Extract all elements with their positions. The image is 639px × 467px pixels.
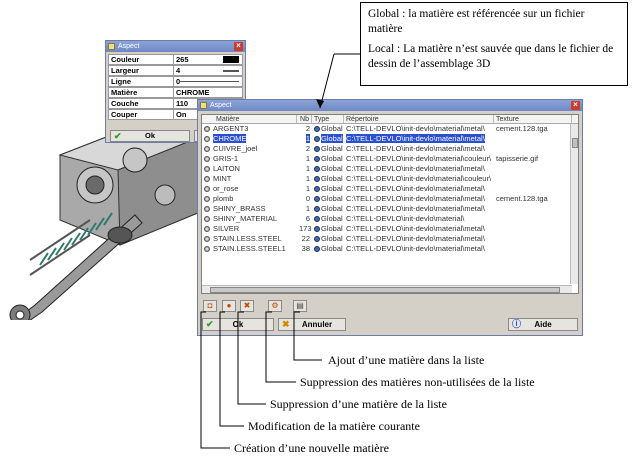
annotation-suppression-non-utilisees: Suppression des matières non-utilisées d… <box>300 375 535 389</box>
annotation-creation: Création d’une nouvelle matière <box>234 441 389 455</box>
annotation-suppression: Suppression d’une matière de la liste <box>270 397 447 411</box>
annotation-modification: Modification de la matière courante <box>248 419 420 433</box>
annotation-ajout: Ajout d’une matière dans la liste <box>328 353 485 367</box>
